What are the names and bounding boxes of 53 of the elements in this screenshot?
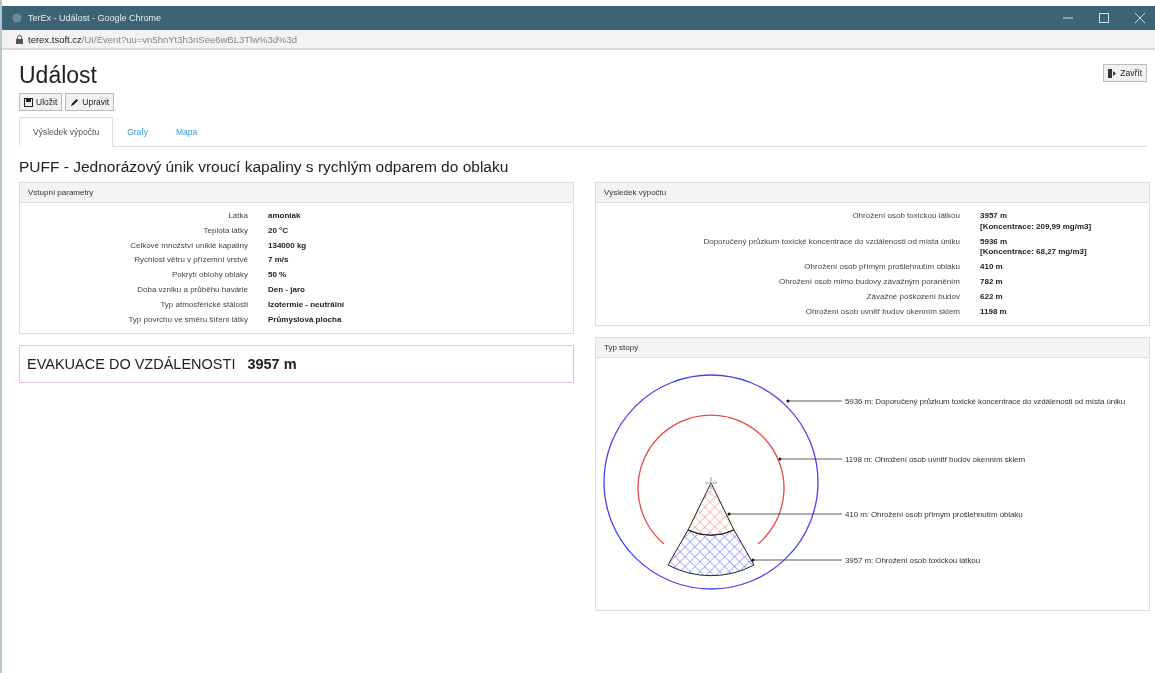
parameter-label: Doba vzniku a průběhu havárie <box>136 285 248 296</box>
ring-label: 1198 m: Ohrožení osob uvnitř budov okenním sklem <box>845 455 1026 465</box>
lock-icon <box>16 34 23 44</box>
result-label: Závažné poškození budov <box>865 291 960 303</box>
ring-label: 5936 m: Doporučený průzkum toxické koncentrace do vzdálenosti od místa úniku <box>845 397 1126 407</box>
parameter-label: Typ atmosférické stálosti <box>159 299 248 311</box>
result-label: Doporučený průzkum toxické koncentrace do vzdálenosti od místa úniku <box>702 236 960 248</box>
result-value: 1198 m <box>980 306 1008 318</box>
scenario-title: PUFF - Jednorázový únik vroucí kapaliny s rychlým odparem do oblaku <box>19 158 510 176</box>
ring-label: 3957 m: Ohrožení osob toxickou látkou <box>845 556 981 566</box>
parameter-label: Pokrytí oblohy oblaky <box>170 270 248 281</box>
close-button[interactable]: Zavřít <box>1103 64 1147 82</box>
parameter-value: 50 % <box>268 270 288 281</box>
parameter-label: Teplota látky <box>202 225 248 237</box>
floppy-icon <box>24 97 33 107</box>
ring-label: 410 m: Ohrožení osob přímým prošlehnutím oblaku <box>845 510 1023 520</box>
evacuation-value: 3957 m <box>247 356 297 373</box>
parameter-label: Látka <box>227 211 248 222</box>
save-button[interactable]: Uložit <box>19 93 63 111</box>
parameter-value: 7 m/s <box>268 255 290 267</box>
evacuation-label: EVAKUACE DO VZDÁLENOSTI <box>27 356 236 373</box>
parameter-value: Izotermie - neutrální <box>268 299 345 311</box>
page-title: Událost <box>19 62 97 89</box>
result-value: 410 m <box>980 262 1004 273</box>
parameter-label: Typ povrchu ve směru šíření látky <box>127 314 248 326</box>
parameter-value: Průmyslová plocha <box>268 314 343 326</box>
parameter-label: Celkové množství uniklé kapaliny <box>129 240 248 252</box>
leader-line <box>778 457 843 461</box>
exit-door-icon <box>1108 68 1118 78</box>
edit-button[interactable]: Upravit <box>65 93 115 111</box>
window-title: TerEx - Událost - Google Chrome <box>28 13 162 23</box>
parameter-value: amoniak <box>268 211 302 222</box>
result-value: 3957 m [Koncentrace: 209,99 mg/m3] <box>980 211 1093 233</box>
parameter-value: 134000 kg <box>268 240 308 252</box>
parameter-value: Den - jaro <box>268 285 306 296</box>
result-label: Ohrožení osob uvnitř budov okenním sklem <box>804 306 960 318</box>
panel-header: Výsledek výpočtu <box>596 183 1149 203</box>
close-icon[interactable] <box>1135 13 1145 23</box>
result-value: 5936 m [Koncentrace: 68,27 mg/m3] <box>980 236 1088 259</box>
result-value: 622 m <box>980 291 1004 303</box>
tab[interactable]: Výsledek výpočtu <box>19 117 114 147</box>
result-label: Ohrožení osob toxickou látkou <box>851 211 960 222</box>
panel-header: Vstupní parametry <box>20 183 573 203</box>
parameter-value: 20 °C <box>268 225 290 237</box>
result-label: Ohrožení osob mimo budovy závažným poraněním <box>778 277 960 288</box>
parameter-label: Rychlost větru v přízemní vrstvě <box>133 255 248 267</box>
url-text[interactable]: terex.tsoft.cz/UI/Event?uu=vn5hnYt3h3nSee6wBL3Tlw%3d%3d <box>28 33 298 45</box>
maximize-icon[interactable] <box>1099 13 1109 23</box>
pencil-icon <box>70 97 80 107</box>
panel-header: Typ stopy <box>596 338 1149 359</box>
result-label: Ohrožení osob přímým prošlehnutím oblaku <box>803 262 960 273</box>
leader-line <box>786 399 843 403</box>
result-value: 782 m <box>980 277 1004 288</box>
